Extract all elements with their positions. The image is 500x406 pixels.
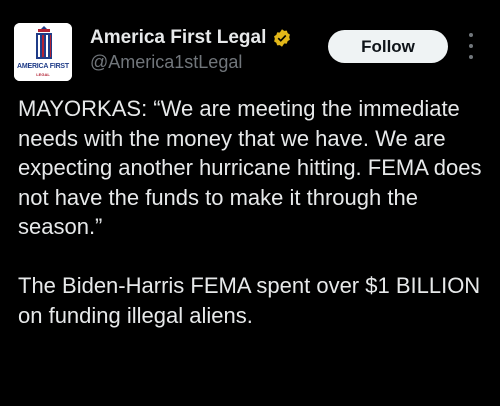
more-dot <box>469 44 473 48</box>
post-paragraph: The Biden-Harris FEMA spent over $1 BILL… <box>18 273 481 328</box>
verified-badge-icon <box>274 29 291 47</box>
avatar-text: AMERICA FIRST <box>17 63 69 70</box>
avatar-subtext: LEGAL <box>36 72 50 77</box>
more-dot <box>469 33 473 37</box>
name-row: America First Legal <box>90 27 292 49</box>
post-paragraph: MAYORKAS: “We are meeting the immediate … <box>18 96 482 239</box>
more-vertical-icon[interactable] <box>466 33 476 59</box>
post-card: AMERICA FIRST LEGAL America First Legal … <box>0 0 500 406</box>
more-dot <box>469 55 473 59</box>
follow-button[interactable]: Follow <box>328 30 448 63</box>
avatar[interactable]: AMERICA FIRST LEGAL <box>14 23 72 81</box>
author-handle[interactable]: @America1stLegal <box>90 52 242 73</box>
display-name[interactable]: America First Legal <box>90 27 266 49</box>
post-text: MAYORKAS: “We are meeting the immediate … <box>18 94 488 330</box>
